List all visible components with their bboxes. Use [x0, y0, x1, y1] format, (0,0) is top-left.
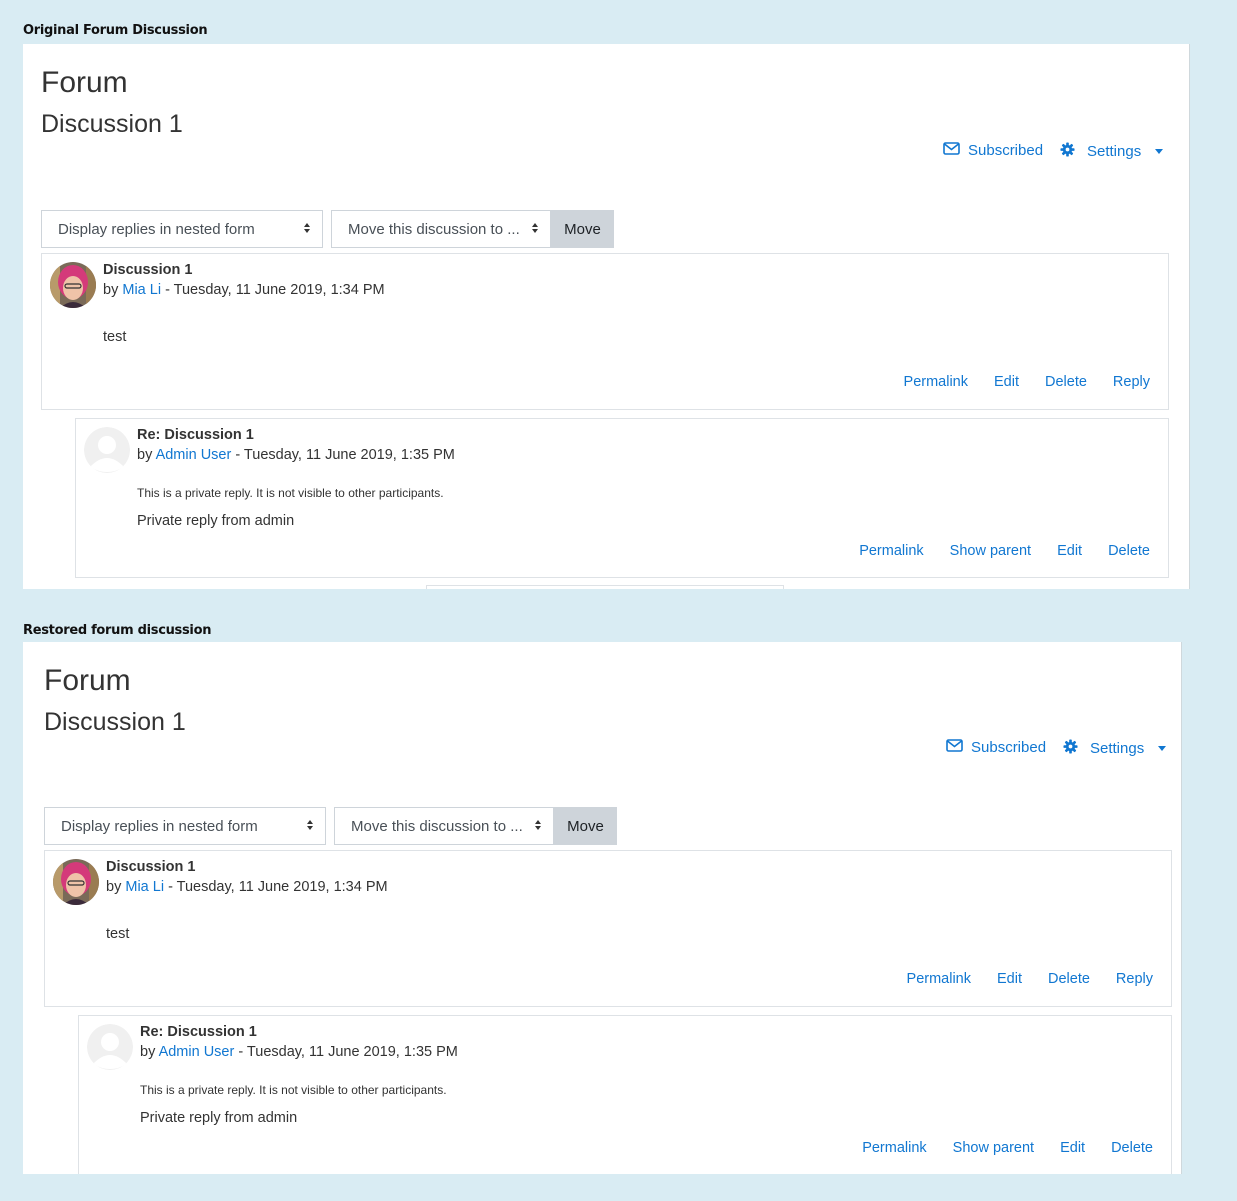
- forum-post: Discussion 1 by Mia Li - Tuesday, 11 Jun…: [44, 850, 1172, 1007]
- show-parent-link[interactable]: Show parent: [953, 1140, 1034, 1156]
- edit-link[interactable]: Edit: [1057, 543, 1082, 559]
- post-subject: Re: Discussion 1: [137, 427, 254, 443]
- by-label: by: [106, 879, 122, 895]
- forum-reply: Re: Discussion 1 by Admin User - Tuesday…: [75, 418, 1169, 578]
- edit-link[interactable]: Edit: [1060, 1140, 1085, 1156]
- display-mode-value: Display replies in nested form: [58, 220, 255, 238]
- by-label: by: [137, 447, 153, 463]
- post-date: - Tuesday, 11 June 2019, 1:35 PM: [231, 447, 455, 463]
- avatar[interactable]: [87, 1024, 133, 1070]
- permalink-link[interactable]: Permalink: [904, 374, 968, 390]
- post-byline: by Mia Li - Tuesday, 11 June 2019, 1:34 …: [106, 879, 388, 895]
- discussion-title: Discussion 1: [44, 708, 186, 736]
- display-mode-select[interactable]: Display replies in nested form: [44, 807, 326, 845]
- subscribed-toggle[interactable]: Subscribed: [943, 142, 1043, 159]
- author-link[interactable]: Mia Li: [122, 282, 161, 298]
- subscribed-toggle[interactable]: Subscribed: [946, 739, 1046, 756]
- private-reply-note: This is a private reply. It is not visib…: [140, 1083, 447, 1097]
- post-date: - Tuesday, 11 June 2019, 1:34 PM: [164, 879, 388, 895]
- forum-panel: Forum Discussion 1 Subscribed Settings D…: [23, 44, 1190, 589]
- move-discussion-select[interactable]: Move this discussion to ...: [334, 807, 554, 845]
- post-actions: Permalink Edit Delete Reply: [907, 971, 1153, 987]
- reply-link[interactable]: Reply: [1113, 374, 1150, 390]
- display-mode-select[interactable]: Display replies in nested form: [41, 210, 323, 248]
- subscribed-label: Subscribed: [968, 142, 1044, 159]
- section-caption: Original Forum Discussion: [23, 23, 208, 38]
- avatar[interactable]: [84, 427, 130, 473]
- display-mode-value: Display replies in nested form: [61, 817, 258, 835]
- reply-link[interactable]: Reply: [1116, 971, 1153, 987]
- discussion-title: Discussion 1: [41, 110, 183, 138]
- delete-link[interactable]: Delete: [1108, 543, 1150, 559]
- post-byline: by Admin User - Tuesday, 11 June 2019, 1…: [137, 447, 455, 463]
- settings-menu[interactable]: Settings: [1063, 739, 1167, 758]
- edit-link[interactable]: Edit: [997, 971, 1022, 987]
- post-message: test: [103, 329, 127, 345]
- forum-reply: Re: Discussion 1 by Admin User - Tuesday…: [78, 1015, 1172, 1174]
- move-discussion-value: Move this discussion to ...: [348, 220, 520, 238]
- move-button[interactable]: Move: [554, 807, 617, 845]
- envelope-icon: [946, 739, 963, 756]
- permalink-link[interactable]: Permalink: [862, 1140, 926, 1156]
- forum-post: Discussion 1 by Mia Li - Tuesday, 11 Jun…: [41, 253, 1169, 410]
- author-link[interactable]: Mia Li: [125, 879, 164, 895]
- settings-label: Settings: [1090, 740, 1145, 757]
- section-caption: Restored forum discussion: [23, 623, 212, 638]
- settings-menu[interactable]: Settings: [1060, 142, 1164, 161]
- select-arrows-icon: [532, 223, 538, 233]
- avatar[interactable]: [53, 859, 99, 905]
- settings-label: Settings: [1087, 143, 1142, 160]
- post-actions: Permalink Show parent Edit Delete: [862, 1140, 1153, 1156]
- permalink-link[interactable]: Permalink: [859, 543, 923, 559]
- delete-link[interactable]: Delete: [1045, 374, 1087, 390]
- post-message: Private reply from admin: [140, 1110, 298, 1126]
- reply-form-edge: [426, 585, 784, 589]
- show-parent-link[interactable]: Show parent: [950, 543, 1031, 559]
- delete-link[interactable]: Delete: [1111, 1140, 1153, 1156]
- post-subject: Discussion 1: [106, 859, 196, 875]
- post-actions: Permalink Edit Delete Reply: [904, 374, 1150, 390]
- select-arrows-icon: [307, 820, 313, 830]
- move-button[interactable]: Move: [551, 210, 614, 248]
- post-actions: Permalink Show parent Edit Delete: [859, 543, 1150, 559]
- post-byline: by Mia Li - Tuesday, 11 June 2019, 1:34 …: [103, 282, 385, 298]
- post-date: - Tuesday, 11 June 2019, 1:34 PM: [161, 282, 385, 298]
- post-date: - Tuesday, 11 June 2019, 1:35 PM: [234, 1044, 458, 1060]
- by-label: by: [140, 1044, 156, 1060]
- gear-icon: [1063, 739, 1078, 758]
- private-reply-note: This is a private reply. It is not visib…: [137, 486, 444, 500]
- gear-icon: [1060, 142, 1075, 161]
- envelope-icon: [943, 142, 960, 159]
- delete-link[interactable]: Delete: [1048, 971, 1090, 987]
- subscribed-label: Subscribed: [971, 739, 1047, 756]
- page-title: Forum: [41, 66, 128, 99]
- move-discussion-select[interactable]: Move this discussion to ...: [331, 210, 551, 248]
- select-arrows-icon: [535, 820, 541, 830]
- post-message: Private reply from admin: [137, 513, 295, 529]
- author-link[interactable]: Admin User: [159, 1044, 235, 1060]
- by-label: by: [103, 282, 119, 298]
- select-arrows-icon: [304, 223, 310, 233]
- chevron-down-icon: [1155, 149, 1164, 154]
- edit-link[interactable]: Edit: [994, 374, 1019, 390]
- author-link[interactable]: Admin User: [156, 447, 232, 463]
- post-subject: Discussion 1: [103, 262, 193, 278]
- post-byline: by Admin User - Tuesday, 11 June 2019, 1…: [140, 1044, 458, 1060]
- avatar[interactable]: [50, 262, 96, 308]
- forum-panel: Forum Discussion 1 Subscribed Settings D…: [23, 642, 1182, 1174]
- permalink-link[interactable]: Permalink: [907, 971, 971, 987]
- page-title: Forum: [44, 664, 131, 697]
- move-discussion-value: Move this discussion to ...: [351, 817, 523, 835]
- post-message: test: [106, 926, 130, 942]
- post-subject: Re: Discussion 1: [140, 1024, 257, 1040]
- chevron-down-icon: [1158, 746, 1167, 751]
